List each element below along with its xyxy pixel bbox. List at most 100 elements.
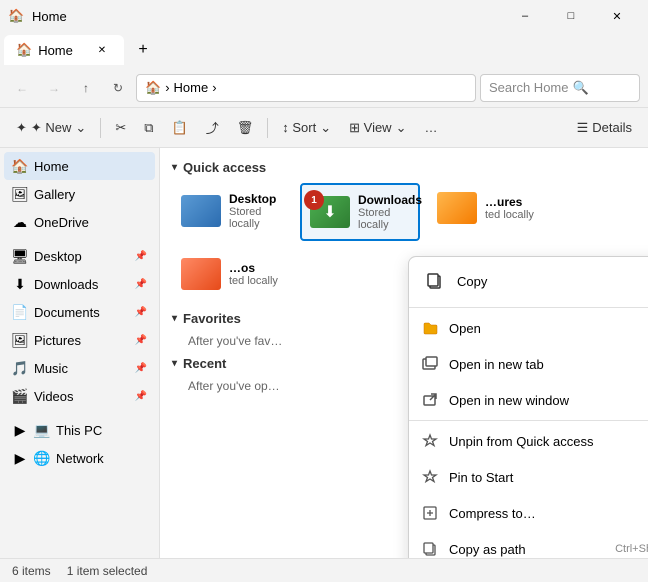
cm-copy-path[interactable]: Copy as path Ctrl+Shift+C xyxy=(409,531,648,558)
sidebar-item-onedrive[interactable]: ☁ OneDrive xyxy=(4,208,155,236)
desktop-pin: 📌 xyxy=(135,251,147,262)
tab-bar: 🏠 Home ✕ + xyxy=(0,32,648,68)
details-button[interactable]: ☰ Details xyxy=(569,114,640,142)
item4-folder-sub: ted locally xyxy=(229,275,278,287)
sidebar-item-home[interactable]: 🏠 Home xyxy=(4,152,155,180)
view-button[interactable]: ⊞ View ⌄ xyxy=(341,114,414,142)
context-menu: Copy Open Enter Open in new tab xyxy=(408,256,648,558)
sidebar-label-music: Music xyxy=(34,361,68,376)
tab-label: Home xyxy=(38,43,73,58)
recent-title: Recent xyxy=(183,356,226,371)
details-label: Details xyxy=(592,120,632,135)
cm-compress[interactable]: Compress to… › xyxy=(409,495,648,531)
refresh-button[interactable]: ↻ xyxy=(104,74,132,102)
cut-button[interactable]: ✂ xyxy=(107,114,134,142)
sidebar-label-desktop: Desktop xyxy=(34,249,82,264)
new-tab-button[interactable]: + xyxy=(128,35,158,65)
music-pin: 📌 xyxy=(135,363,147,374)
paste-button[interactable]: 📋 xyxy=(164,114,196,142)
sidebar-item-desktop[interactable]: 🖥 Desktop 📌 xyxy=(4,242,155,270)
tab-close-button[interactable]: ✕ xyxy=(92,40,112,60)
maximize-button[interactable]: □ xyxy=(548,0,594,32)
cm-copy-quick-button[interactable] xyxy=(421,267,449,295)
cm-pin-start[interactable]: Pin to Start xyxy=(409,459,648,495)
sort-chevron: ⌄ xyxy=(320,120,331,136)
videos-icon: 🎬 xyxy=(12,388,28,404)
cm-unpin-icon xyxy=(421,432,439,450)
sidebar-label-pictures: Pictures xyxy=(34,333,81,348)
cm-copy-label: Copy xyxy=(457,274,487,289)
downloads-folder-sub: Stored locally xyxy=(358,207,422,231)
title-bar: 🏠 Home – □ ✕ xyxy=(0,0,648,32)
qa-item-3[interactable]: …ures ted locally xyxy=(428,183,548,241)
minimize-button[interactable]: – xyxy=(502,0,548,32)
path-sep2: › xyxy=(212,80,216,95)
qa-item-desktop[interactable]: Desktop Stored locally xyxy=(172,183,292,241)
downloads-badge: 1 xyxy=(304,190,324,210)
tab-home[interactable]: 🏠 Home ✕ xyxy=(4,35,124,65)
more-button[interactable]: … xyxy=(416,114,445,142)
cm-copy-path-icon xyxy=(421,540,439,558)
cm-copy-path-shortcut: Ctrl+Shift+C xyxy=(615,543,648,555)
sidebar-item-thispc[interactable]: ▶ 💻 This PC xyxy=(4,416,155,444)
qa-item-4[interactable]: …os ted locally xyxy=(172,249,292,299)
cm-pin-start-icon xyxy=(421,468,439,486)
cm-open[interactable]: Open Enter xyxy=(409,310,648,346)
cm-open-new-window[interactable]: Open in new window xyxy=(409,382,648,418)
sort-label: ↕ Sort xyxy=(282,120,316,135)
cm-open-new-window-icon xyxy=(421,391,439,409)
sidebar-item-documents[interactable]: 📄 Documents 📌 xyxy=(4,298,155,326)
favorites-chevron[interactable]: ▾ xyxy=(172,313,177,324)
quick-access-chevron[interactable]: ▾ xyxy=(172,162,177,173)
new-button[interactable]: ✦ ✦ New ⌄ xyxy=(8,114,94,142)
pictures-pin: 📌 xyxy=(135,335,147,346)
share-button[interactable]: ⤴ xyxy=(198,114,227,142)
qa-item-downloads[interactable]: ⬇ 1 Downloads Stored locally xyxy=(300,183,420,241)
copy-button[interactable]: ⧉ xyxy=(136,114,161,142)
address-path[interactable]: 🏠 › Home › xyxy=(136,74,476,102)
desktop-folder-name: Desktop xyxy=(229,192,283,206)
back-button[interactable]: ← xyxy=(8,74,36,102)
sort-button[interactable]: ↕ Sort ⌄ xyxy=(274,114,339,142)
sidebar-item-network[interactable]: ▶ 🌐 Network xyxy=(4,444,155,472)
cm-unpin[interactable]: Unpin from Quick access xyxy=(409,423,648,459)
sidebar-label-videos: Videos xyxy=(34,389,74,404)
sidebar: 🏠 Home 🖼 Gallery ☁ OneDrive 🖥 Desktop 📌 … xyxy=(0,148,160,558)
cm-open-label: Open xyxy=(449,321,481,336)
sidebar-label-documents: Documents xyxy=(34,305,100,320)
sidebar-item-downloads[interactable]: ⬇ Downloads 📌 xyxy=(4,270,155,298)
downloads-icon: ⬇ xyxy=(12,276,28,292)
tab-icon: 🏠 xyxy=(16,42,32,58)
new-icon: ✦ xyxy=(16,120,27,136)
sidebar-label-gallery: Gallery xyxy=(34,187,75,202)
up-button[interactable]: ↑ xyxy=(72,74,100,102)
quick-access-header: ▾ Quick access xyxy=(172,160,636,175)
details-icon: ☰ xyxy=(577,120,589,136)
item3-folder-sub: ted locally xyxy=(485,209,534,221)
close-button[interactable]: ✕ xyxy=(594,0,640,32)
sidebar-item-pictures[interactable]: 🖼 Pictures 📌 xyxy=(4,326,155,354)
documents-icon: 📄 xyxy=(12,304,28,320)
cm-open-new-window-label: Open in new window xyxy=(449,393,569,408)
cm-open-new-tab[interactable]: Open in new tab xyxy=(409,346,648,382)
desktop-folder-sub: Stored locally xyxy=(229,206,283,230)
delete-button[interactable]: 🗑 xyxy=(229,114,262,142)
sidebar-item-gallery[interactable]: 🖼 Gallery xyxy=(4,180,155,208)
recent-chevron[interactable]: ▾ xyxy=(172,358,177,369)
home-icon: 🏠 xyxy=(12,158,28,174)
sidebar-item-music[interactable]: 🎵 Music 📌 xyxy=(4,354,155,382)
path-label: Home xyxy=(174,80,209,95)
forward-button[interactable]: → xyxy=(40,74,68,102)
thispc-chevron: ▶ xyxy=(12,422,28,438)
delete-icon: 🗑 xyxy=(237,120,254,136)
toolbar-sep2 xyxy=(267,118,268,138)
sidebar-item-videos[interactable]: 🎬 Videos 📌 xyxy=(4,382,155,410)
favorites-title: Favorites xyxy=(183,311,241,326)
search-box[interactable]: Search Home 🔍 xyxy=(480,74,640,102)
gallery-icon: 🖼 xyxy=(12,186,28,202)
sidebar-label-home: Home xyxy=(34,159,69,174)
desktop-icon: 🖥 xyxy=(12,248,28,264)
cm-compress-label: Compress to… xyxy=(449,506,536,521)
sidebar-label-thispc: This PC xyxy=(56,423,102,438)
videos-pin: 📌 xyxy=(135,391,147,402)
